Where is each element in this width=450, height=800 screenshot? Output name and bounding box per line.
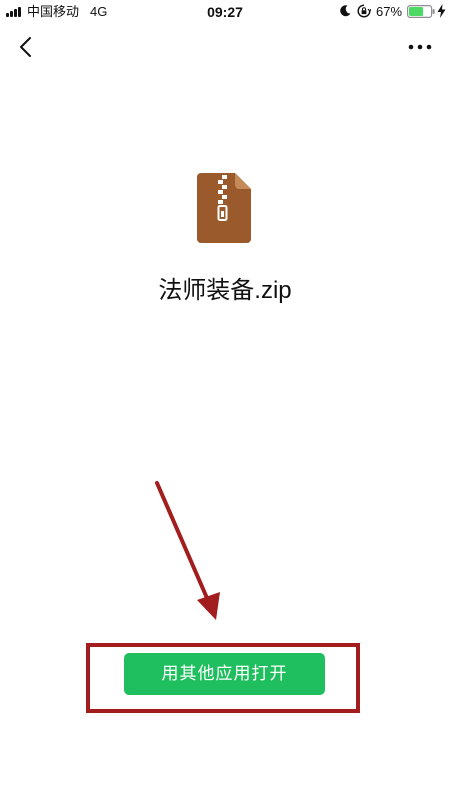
more-horizontal-icon [408,44,432,50]
battery-percent: 67% [376,4,403,19]
more-options-button[interactable] [402,32,438,62]
battery-icon [407,5,435,18]
rotation-lock-icon [357,4,371,18]
zip-archive-icon [197,173,251,243]
charging-bolt-icon [437,4,446,18]
open-with-other-app-button[interactable]: 用其他应用打开 [124,653,325,695]
back-button[interactable] [10,32,40,62]
moon-icon [340,5,351,17]
chevron-left-icon [20,37,31,57]
status-bar: 中国移动 4G 09:27 67% [0,0,450,26]
file-name: 法师装备.zip [158,277,292,304]
